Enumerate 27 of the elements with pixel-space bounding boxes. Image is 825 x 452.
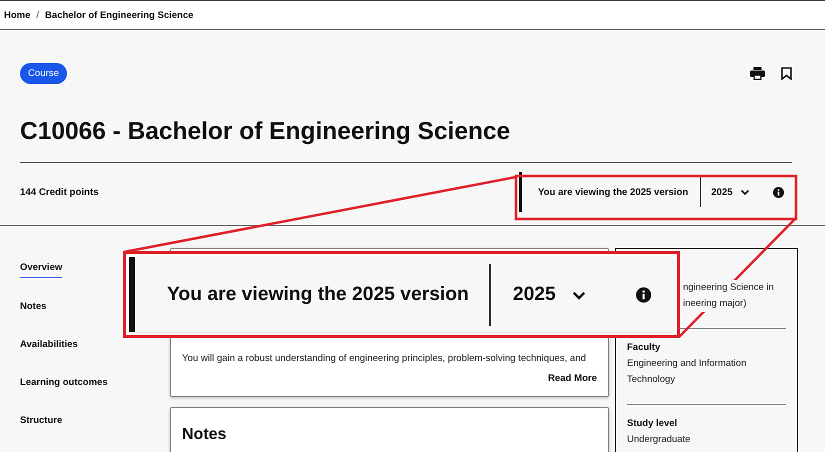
version-notice: You are viewing the 2025 version	[166, 284, 470, 306]
version-notice: You are viewing the 2025 version	[537, 186, 690, 198]
section-nav-link[interactable]: Learning outcomes	[20, 377, 108, 392]
field-value: Engineering and Information Technology	[627, 357, 748, 387]
notes-heading: Notes	[182, 426, 228, 444]
info-icon[interactable]	[773, 186, 784, 198]
section-nav-link[interactable]: Availabilities	[20, 339, 78, 354]
bookmark-icon[interactable]	[781, 67, 792, 80]
overview-description: You will gain a robust understanding of engineering principles, problem-solving techniques, and	[182, 352, 587, 366]
year-dropdown[interactable]: 2025	[700, 177, 761, 207]
field-label: Faculty	[627, 341, 662, 355]
course-detail-text: ngineering Science in	[683, 280, 774, 296]
page-title: C10066 - Bachelor of Engineering Science	[20, 118, 512, 147]
field-value: Undergraduate	[627, 433, 692, 447]
print-icon[interactable]	[750, 67, 765, 80]
course-detail-text: ineering major)	[683, 296, 746, 312]
section-nav-link[interactable]: Structure	[20, 415, 62, 430]
course-badge: Course	[20, 63, 67, 84]
breadcrumb-separator: /	[36, 10, 40, 20]
section-nav-link[interactable]: Notes	[20, 301, 46, 316]
read-more-link[interactable]: Read More	[548, 373, 597, 384]
field-label: Study level	[627, 417, 678, 431]
section-nav-link[interactable]: Overview	[20, 262, 62, 278]
year-dropdown[interactable]: 2025	[488, 264, 610, 326]
breadcrumb-link[interactable]: Home	[4, 10, 30, 20]
breadcrumb-link[interactable]: Bachelor of Engineering Science	[45, 10, 194, 20]
credit-points: 144 Credit points	[20, 186, 99, 198]
